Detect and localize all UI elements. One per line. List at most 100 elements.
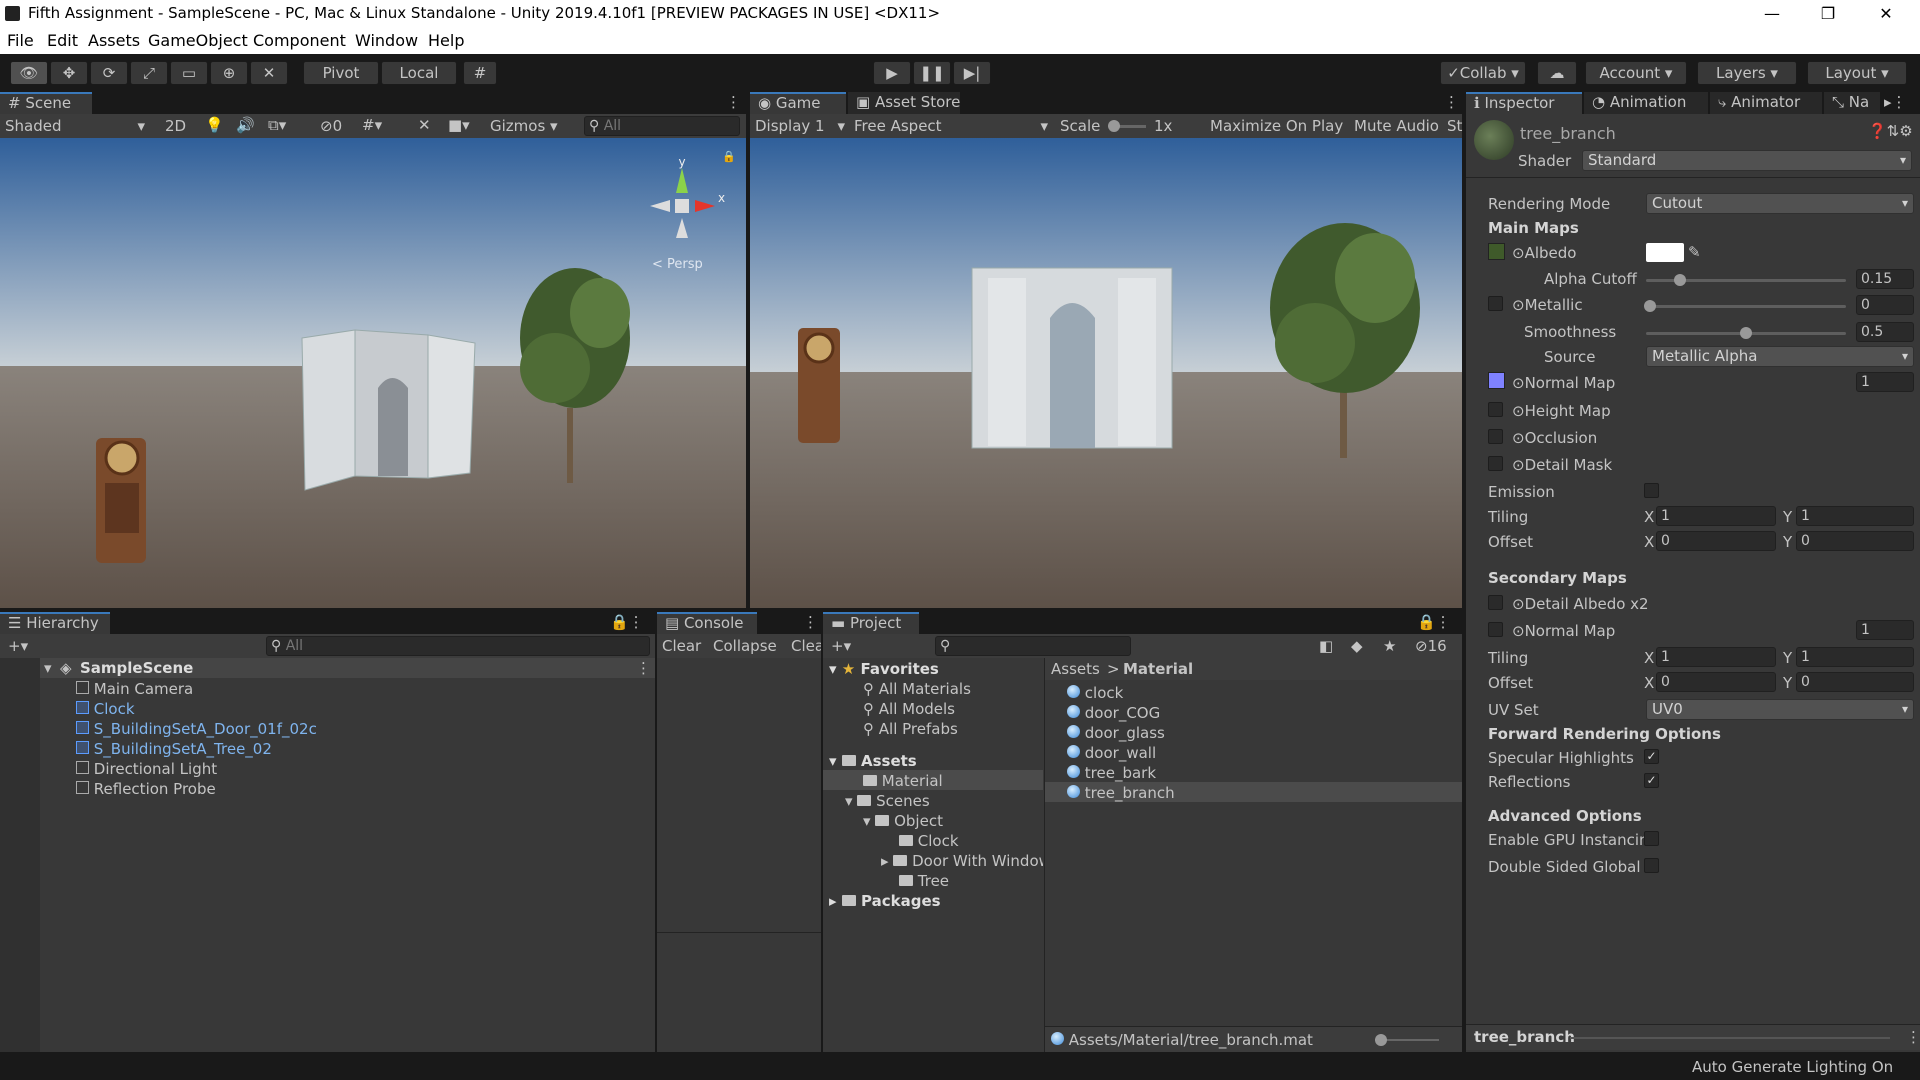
- rotate-tool-icon[interactable]: ⟳: [90, 61, 128, 85]
- packages-folder-row[interactable]: ▸ Packages: [829, 892, 941, 910]
- kebab-menu-icon[interactable]: ⋮: [726, 93, 741, 111]
- eyedropper-icon[interactable]: ✎: [1688, 243, 1701, 261]
- breadcrumb-assets[interactable]: Assets: [1051, 660, 1100, 678]
- detail-albedo-texture-slot[interactable]: [1488, 595, 1503, 610]
- menu-window[interactable]: Window: [355, 31, 418, 50]
- preview-drag-handle[interactable]: [1570, 1037, 1890, 1039]
- lock-icon[interactable]: 🔒: [722, 150, 736, 163]
- create-dropdown[interactable]: +▾: [8, 637, 28, 655]
- maximize-on-play-toggle[interactable]: Maximize On Play: [1210, 117, 1343, 135]
- metallic-knob[interactable]: [1644, 300, 1656, 312]
- display-dropdown[interactable]: Display 1 ▾: [755, 117, 847, 135]
- alpha-cutoff-slider[interactable]: [1646, 274, 1846, 286]
- object-folder-row[interactable]: ▾ Object: [863, 812, 943, 830]
- hidden-packages-icon[interactable]: ⊘16: [1415, 637, 1447, 655]
- 2d-toggle[interactable]: 2D: [165, 117, 186, 135]
- asset-item[interactable]: door_glass: [1067, 724, 1165, 742]
- uv-set-dropdown[interactable]: UV0: [1646, 699, 1914, 720]
- account-dropdown[interactable]: Account ▾: [1585, 61, 1687, 85]
- hierarchy-item[interactable]: Clock: [76, 700, 135, 718]
- tab-overflow-icon[interactable]: ▸⋮: [1884, 93, 1907, 111]
- move-tool-icon[interactable]: ✥: [50, 61, 88, 85]
- source-dropdown[interactable]: Metallic Alpha: [1646, 346, 1914, 367]
- mute-audio-toggle[interactable]: Mute Audio: [1354, 117, 1439, 135]
- camera-toggle-icon[interactable]: ■▾: [448, 116, 470, 134]
- collab-button[interactable]: ✓Collab ▾: [1440, 61, 1526, 85]
- metallic-slider[interactable]: [1644, 300, 1846, 312]
- asset-item[interactable]: door_wall: [1067, 744, 1156, 762]
- layout-dropdown[interactable]: Layout ▾: [1807, 61, 1907, 85]
- favorite-item[interactable]: ⚲ All Materials: [863, 680, 971, 698]
- search-by-type-icon[interactable]: ◧: [1319, 637, 1333, 655]
- aspect-dropdown[interactable]: Free Aspect ▾: [854, 117, 1050, 135]
- tiling-x-field[interactable]: 1: [1656, 506, 1776, 526]
- grid-snap-icon[interactable]: #: [463, 61, 497, 85]
- shading-dropdown[interactable]: Shaded ▾: [5, 117, 147, 135]
- cloud-icon[interactable]: ☁: [1537, 61, 1577, 85]
- audio-toggle-icon[interactable]: 🔊: [236, 116, 255, 134]
- tab-project[interactable]: ▬ Project: [823, 612, 919, 634]
- offset-x-field[interactable]: 0: [1656, 531, 1776, 551]
- asset-item[interactable]: clock: [1067, 684, 1123, 702]
- play-button[interactable]: ▶: [873, 61, 911, 85]
- layers-dropdown[interactable]: Layers ▾: [1697, 61, 1797, 85]
- gizmos-dropdown[interactable]: Gizmos ▾: [490, 117, 558, 135]
- tab-animation[interactable]: ◔ Animation: [1584, 92, 1708, 114]
- occlusion-texture-slot[interactable]: [1488, 429, 1503, 444]
- scale-slider[interactable]: [1108, 120, 1146, 132]
- asset-item-selected[interactable]: tree_branch: [1045, 782, 1462, 802]
- game-viewport[interactable]: [750, 138, 1462, 608]
- smoothness-field[interactable]: 0.5: [1856, 322, 1914, 342]
- scene-root-row[interactable]: ▾ ◈ SampleScene ⋮: [40, 658, 655, 678]
- tab-animator[interactable]: ⤷ Animator: [1710, 92, 1822, 114]
- tab-hierarchy[interactable]: ☰ Hierarchy: [0, 612, 110, 634]
- offset-y-field[interactable]: 0: [1796, 531, 1914, 551]
- shader-dropdown[interactable]: Standard: [1582, 150, 1912, 171]
- clock-folder-row[interactable]: Clock: [899, 832, 959, 850]
- menu-edit[interactable]: Edit: [47, 31, 78, 50]
- kebab-menu-icon[interactable]: ⋮: [1444, 93, 1459, 111]
- secondary-offset-x-field[interactable]: 0: [1656, 672, 1776, 692]
- scale-tool-icon[interactable]: ⤢: [130, 61, 168, 85]
- tab-asset-store[interactable]: ▣ Asset Store: [848, 92, 960, 114]
- hidden-objects-icon[interactable]: ⊘0: [320, 117, 342, 135]
- local-button[interactable]: Local: [381, 61, 457, 85]
- tab-navigation[interactable]: ⤡ Na: [1824, 92, 1880, 114]
- scene-viewport[interactable]: y x < Persp 🔒: [0, 138, 746, 608]
- smoothness-knob[interactable]: [1740, 327, 1752, 339]
- normal-scale-field[interactable]: 1: [1856, 372, 1914, 392]
- custom-tool-icon[interactable]: ✕: [250, 61, 288, 85]
- view-tool-icon[interactable]: 👁: [10, 61, 48, 85]
- detail-mask-texture-slot[interactable]: [1488, 456, 1503, 471]
- console-collapse-button[interactable]: Collapse: [713, 637, 777, 655]
- tools-toggle-icon[interactable]: ✕: [418, 116, 431, 134]
- favorite-star-icon[interactable]: ★: [1383, 637, 1396, 655]
- door-folder-row[interactable]: ▸ Door With Window: [881, 852, 1043, 870]
- asset-item[interactable]: door_COG: [1067, 704, 1160, 722]
- tiling-y-field[interactable]: 1: [1796, 506, 1914, 526]
- albedo-color-field[interactable]: [1646, 243, 1684, 262]
- secondary-normal-texture-slot[interactable]: [1488, 622, 1503, 637]
- height-map-texture-slot[interactable]: [1488, 402, 1503, 417]
- assets-folder-row[interactable]: ▾ Assets: [829, 752, 917, 770]
- albedo-texture-slot[interactable]: [1488, 243, 1505, 260]
- lock-icon[interactable]: 🔒⋮: [1417, 613, 1451, 631]
- preview-menu-icon[interactable]: ⋮: [1906, 1028, 1920, 1046]
- create-asset-dropdown[interactable]: +▾: [831, 637, 851, 655]
- alpha-cutoff-field[interactable]: 0.15: [1856, 269, 1914, 289]
- stats-toggle[interactable]: St: [1447, 117, 1462, 135]
- metallic-texture-slot[interactable]: [1488, 296, 1503, 311]
- close-button[interactable]: ✕: [1858, 0, 1914, 28]
- tab-scene[interactable]: # Scene: [0, 92, 92, 114]
- scale-slider-knob[interactable]: [1108, 120, 1120, 132]
- rect-tool-icon[interactable]: ▭: [170, 61, 208, 85]
- metallic-field[interactable]: 0: [1856, 295, 1914, 315]
- smoothness-slider[interactable]: [1646, 327, 1846, 339]
- favorite-item[interactable]: ⚲ All Prefabs: [863, 720, 958, 738]
- hierarchy-item[interactable]: Reflection Probe: [76, 780, 216, 798]
- secondary-offset-y-field[interactable]: 0: [1796, 672, 1914, 692]
- console-clear-button[interactable]: Clear: [662, 637, 701, 655]
- scene-menu-icon[interactable]: ⋮: [636, 659, 651, 677]
- icon-size-knob[interactable]: [1375, 1034, 1387, 1046]
- secondary-tiling-y-field[interactable]: 1: [1796, 647, 1914, 667]
